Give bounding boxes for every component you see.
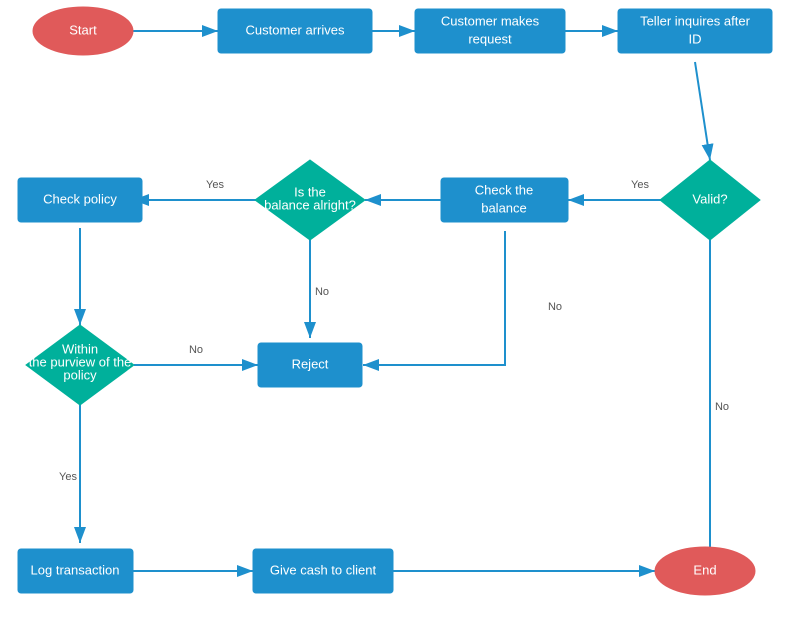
label-balance-yes: Yes bbox=[206, 179, 224, 191]
teller-inquires-label: Teller inquires after bbox=[640, 13, 750, 28]
svg-text:request: request bbox=[468, 31, 512, 46]
check-balance-label: Check the bbox=[475, 182, 534, 197]
svg-text:ID: ID bbox=[689, 31, 702, 46]
reject-label: Reject bbox=[292, 356, 329, 371]
end-label: End bbox=[693, 562, 716, 577]
label-purview-yes: Yes bbox=[59, 471, 77, 483]
valid-label: Valid? bbox=[692, 191, 727, 206]
label-balance-no: No bbox=[315, 286, 329, 298]
customer-request-label: Customer makes bbox=[441, 13, 540, 28]
label-purview-no: No bbox=[189, 344, 203, 356]
label-valid-no: No bbox=[715, 401, 729, 413]
customer-arrives-label: Customer arrives bbox=[246, 22, 345, 37]
svg-text:policy: policy bbox=[63, 367, 97, 382]
svg-text:balance: balance bbox=[481, 200, 527, 215]
check-policy-label: Check policy bbox=[43, 191, 117, 206]
give-cash-label: Give cash to client bbox=[270, 562, 377, 577]
start-label: Start bbox=[69, 22, 97, 37]
log-transaction-label: Log transaction bbox=[31, 562, 120, 577]
label-checkbal-no: No bbox=[548, 301, 562, 313]
svg-text:balance alright?: balance alright? bbox=[264, 197, 356, 212]
label-valid-yes: Yes bbox=[631, 179, 649, 191]
flowchart: Yes Yes No No No Yes No Start Customer a… bbox=[0, 0, 792, 627]
